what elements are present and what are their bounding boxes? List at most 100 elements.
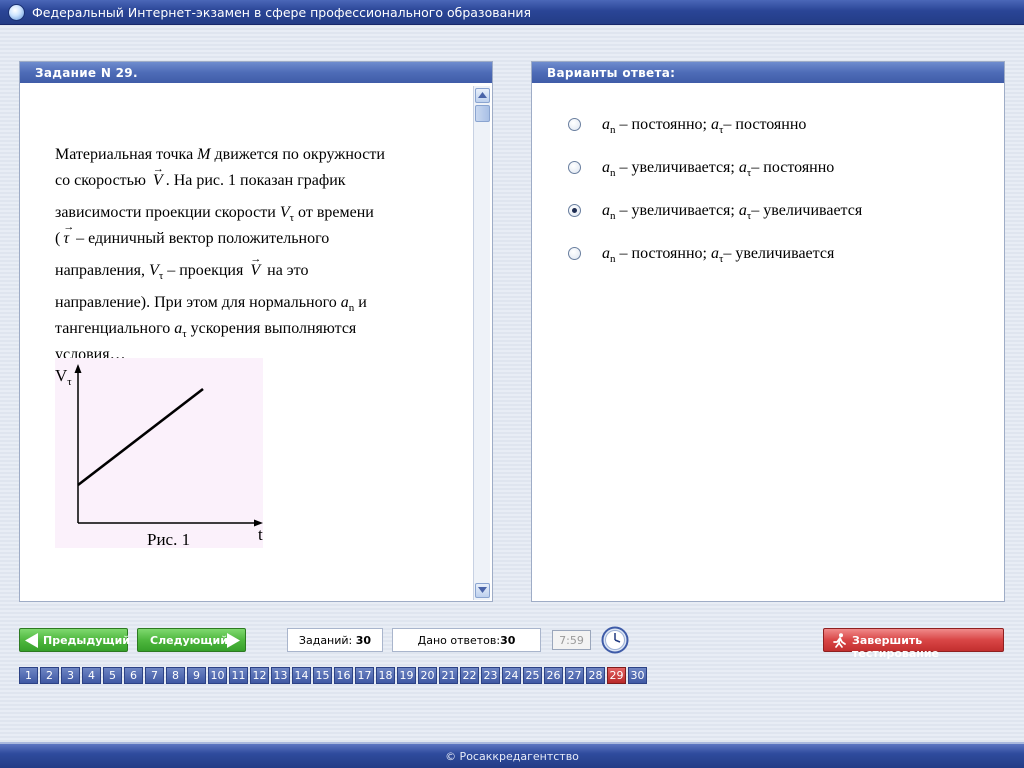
answer-fragment: – увеличивается; — [615, 202, 739, 219]
page-button[interactable]: 14 — [292, 667, 311, 684]
scroll-thumb[interactable] — [475, 105, 490, 122]
next-button[interactable]: Следующий — [137, 628, 246, 652]
finish-test-button[interactable]: Завершить тестирование — [823, 628, 1004, 660]
answer-fragment: – постоянно; — [615, 116, 711, 133]
page-button[interactable]: 27 — [565, 667, 584, 684]
question-line: со скоростью V. На рис. 1 показан график — [55, 156, 450, 200]
unit-vector-symbol: τ — [63, 214, 74, 252]
scroll-down-button[interactable] — [475, 583, 490, 598]
page-button[interactable]: 25 — [523, 667, 542, 684]
answer-option-text: an – постоянно; aτ– увеличивается — [602, 243, 834, 270]
radio-button[interactable] — [568, 118, 581, 131]
page-button[interactable]: 30 — [628, 667, 647, 684]
normal-acceleration-symbol: a — [602, 202, 610, 219]
page-button[interactable]: 24 — [502, 667, 521, 684]
page-button[interactable]: 15 — [313, 667, 332, 684]
timer-display: 7:59 — [552, 630, 591, 650]
page-button[interactable]: 16 — [334, 667, 353, 684]
page-button[interactable]: 6 — [124, 667, 143, 684]
answer-fragment: – постоянно — [723, 116, 807, 133]
page-button[interactable]: 18 — [376, 667, 395, 684]
x-axis-label: t — [258, 525, 263, 544]
page-button[interactable]: 26 — [544, 667, 563, 684]
answered-count-box: Дано ответов:30 — [392, 628, 541, 652]
previous-button-label: Предыдущий — [43, 634, 131, 647]
answer-option-text: an – увеличивается; aτ– постоянно — [602, 157, 834, 184]
normal-acceleration-symbol: a — [340, 294, 349, 311]
page-button[interactable]: 17 — [355, 667, 374, 684]
page-button[interactable]: 12 — [250, 667, 269, 684]
tasks-count-value: 30 — [355, 634, 372, 647]
point-symbol: M — [197, 146, 211, 163]
page-button-current[interactable]: 29 — [607, 667, 626, 684]
tangential-acceleration-symbol: a — [738, 202, 747, 219]
task-header: Задание N 29. — [20, 62, 492, 83]
question-text: Материальная точка M движется по окружно… — [55, 142, 450, 368]
page-button[interactable]: 28 — [586, 667, 605, 684]
page-button[interactable]: 13 — [271, 667, 290, 684]
footer-bar: © Росаккредагентство — [0, 742, 1024, 768]
answer-option-1[interactable]: an – постоянно; aτ– постоянно — [568, 114, 978, 136]
page-button[interactable]: 4 — [82, 667, 101, 684]
question-fragment: тангенциального — [55, 320, 175, 337]
page-button[interactable]: 22 — [460, 667, 479, 684]
page-button[interactable]: 8 — [166, 667, 185, 684]
page-button[interactable]: 7 — [145, 667, 164, 684]
y-axis-arrowhead — [74, 364, 82, 373]
answer-fragment: – увеличивается; — [615, 159, 739, 176]
scroll-up-button[interactable] — [475, 88, 490, 103]
page-button[interactable]: 19 — [397, 667, 416, 684]
window-title: Федеральный Интернет-экзамен в сфере про… — [32, 5, 532, 20]
tangential-acceleration-symbol: a — [710, 245, 719, 262]
tasks-count-box: Заданий: 30 — [287, 628, 383, 652]
page-button[interactable]: 20 — [418, 667, 437, 684]
page-button[interactable]: 9 — [187, 667, 206, 684]
figure-graph: Vτ t Рис. 1 — [55, 364, 263, 549]
task-panel: Задание N 29. Материальная точка M движе… — [19, 61, 493, 602]
globe-icon — [8, 4, 25, 21]
answer-fragment: – постоянно; — [615, 245, 711, 262]
radio-button[interactable] — [568, 247, 581, 260]
question-fragment: ускорения выполняются — [186, 320, 357, 337]
answer-option-3[interactable]: an – увеличивается; aτ– увеличивается — [568, 200, 978, 222]
next-button-label: Следующий — [150, 634, 228, 647]
answer-fragment: – увеличивается — [751, 202, 863, 219]
page-button[interactable]: 1 — [19, 667, 38, 684]
question-fragment: на это — [263, 262, 309, 279]
normal-acceleration-symbol: a — [602, 159, 610, 176]
answer-fragment: – увеличивается — [723, 245, 835, 262]
page-button[interactable]: 10 — [208, 667, 227, 684]
tangential-acceleration-symbol: a — [738, 159, 747, 176]
question-fragment: Материальная точка — [55, 146, 198, 163]
previous-button[interactable]: Предыдущий — [19, 628, 131, 652]
tangential-acceleration-symbol: a — [710, 116, 719, 133]
question-fragment: со скоростью — [55, 172, 150, 189]
velocity-vector-symbol: V — [250, 246, 261, 284]
radio-button-selected[interactable] — [568, 204, 581, 217]
question-fragment: ( — [55, 230, 61, 247]
question-fragment: . На рис. 1 показан график — [165, 172, 346, 189]
answer-option-2[interactable]: an – увеличивается; aτ– постоянно — [568, 157, 978, 179]
answer-fragment: – постоянно — [751, 159, 835, 176]
normal-acceleration-symbol: a — [602, 116, 610, 133]
vertical-scrollbar[interactable] — [473, 86, 490, 600]
page-button[interactable]: 11 — [229, 667, 248, 684]
answer-option-4[interactable]: an – постоянно; aτ– увеличивается — [568, 243, 978, 265]
question-fragment: – единичный вектор положительного — [72, 230, 330, 247]
page-button[interactable]: 3 — [61, 667, 80, 684]
velocity-projection-symbol: V — [279, 204, 290, 221]
page-button[interactable]: 2 — [40, 667, 59, 684]
y-axis-label: Vτ — [55, 366, 72, 388]
radio-button[interactable] — [568, 161, 581, 174]
page-button[interactable]: 5 — [103, 667, 122, 684]
page-button[interactable]: 23 — [481, 667, 500, 684]
velocity-vector-symbol: V — [153, 156, 164, 194]
question-fragment: направление). При этом для нормального — [55, 294, 341, 311]
page-button[interactable]: 21 — [439, 667, 458, 684]
copyright-text: © Росаккредагентство — [445, 750, 579, 763]
question-fragment: направления, — [55, 262, 150, 279]
question-line: направление). При этом для нормального a… — [55, 290, 450, 316]
question-line: зависимости проекции скорости Vτ от врем… — [55, 200, 450, 226]
answered-count-value: 30 — [500, 634, 516, 647]
velocity-line — [77, 387, 204, 487]
